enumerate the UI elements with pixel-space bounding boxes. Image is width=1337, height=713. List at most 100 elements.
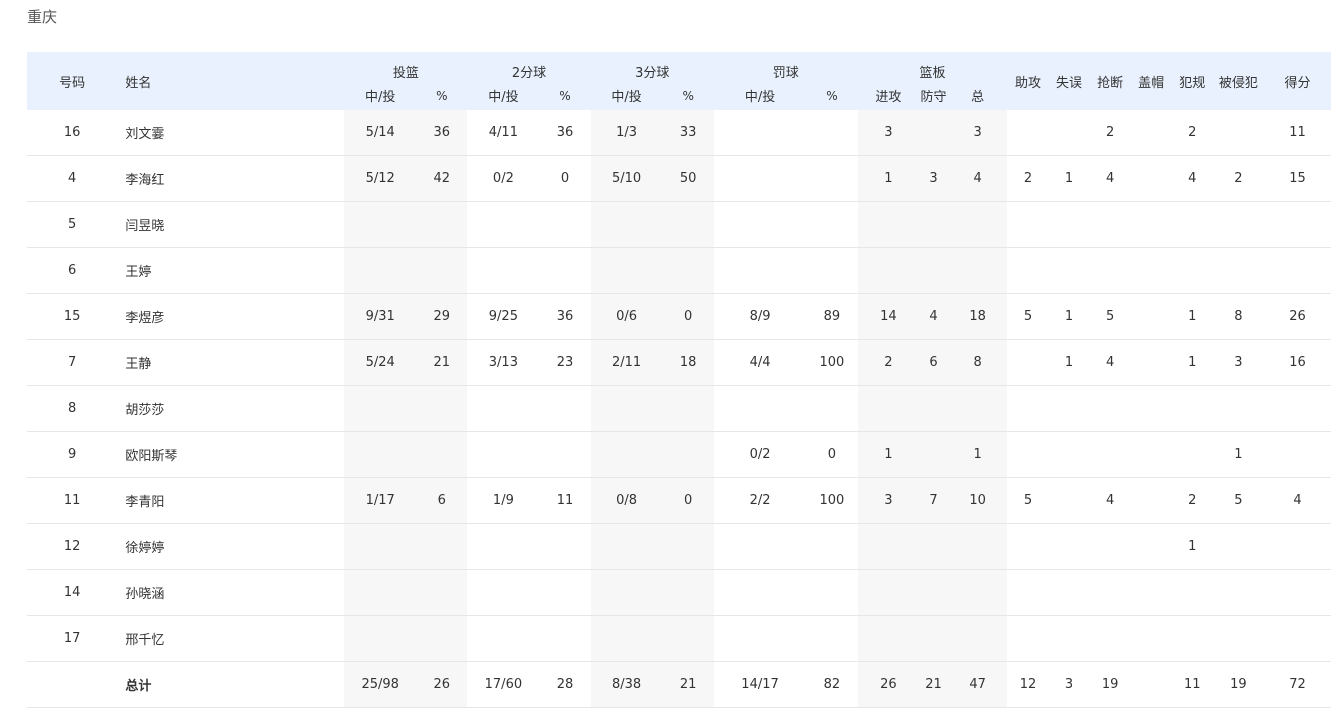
header-fouls-drawn[interactable]: 被侵犯 <box>1212 52 1265 110</box>
fg-cell <box>344 523 417 570</box>
header-fg-pct[interactable]: % <box>416 81 468 110</box>
reb-tot-cell <box>947 201 1008 248</box>
reb-tot-cell: 3 <box>947 110 1008 156</box>
fg-cell <box>344 569 417 616</box>
header-ft-made-att[interactable]: 中/投 <box>713 81 807 110</box>
header-two-pct[interactable]: % <box>539 81 591 110</box>
ft-cell <box>713 155 807 202</box>
blk-cell <box>1130 477 1172 524</box>
player-name[interactable]: 李海红 <box>117 155 345 202</box>
player-name[interactable]: 胡莎莎 <box>117 385 345 432</box>
two-pct-cell <box>539 523 591 570</box>
player-number: 8 <box>27 385 118 432</box>
header-points[interactable]: 得分 <box>1264 52 1331 110</box>
pts-cell: 15 <box>1264 155 1331 202</box>
header-three-pct[interactable]: % <box>662 81 714 110</box>
player-number: 7 <box>27 339 118 386</box>
to-cell <box>1048 385 1090 432</box>
reb-tot-cell <box>947 615 1008 662</box>
player-name[interactable]: 孙晓涵 <box>117 569 345 616</box>
player-name[interactable]: 刘文霎 <box>117 110 345 156</box>
pf-cell <box>1171 569 1213 616</box>
to-cell <box>1048 110 1090 156</box>
reb-off-cell <box>857 201 920 248</box>
reb-def-cell <box>919 385 948 432</box>
header-reb-tot[interactable]: 总 <box>947 81 1008 110</box>
reb-def-cell <box>919 247 948 294</box>
pts-cell: 16 <box>1264 339 1331 386</box>
header-reb-def[interactable]: 防守 <box>919 81 948 110</box>
reb-off-cell: 1 <box>857 431 920 478</box>
header-assists[interactable]: 助攻 <box>1007 52 1049 110</box>
total-number <box>27 661 118 708</box>
three-pct-cell <box>662 201 714 248</box>
player-name[interactable]: 闫昱晓 <box>117 201 345 248</box>
pf-cell: 2 <box>1171 110 1213 156</box>
team-title: 重庆 <box>27 8 58 26</box>
header-number[interactable]: 号码 <box>27 52 118 110</box>
pts-cell: 26 <box>1264 293 1331 340</box>
player-name[interactable]: 徐婷婷 <box>117 523 345 570</box>
ast-cell: 5 <box>1007 293 1049 340</box>
player-number: 11 <box>27 477 118 524</box>
header-two-made-att[interactable]: 中/投 <box>467 81 540 110</box>
pts-cell <box>1264 615 1331 662</box>
player-name[interactable]: 邢千忆 <box>117 615 345 662</box>
header-three-made-att[interactable]: 中/投 <box>590 81 663 110</box>
two-cell <box>467 385 540 432</box>
reb-def-cell <box>919 569 948 616</box>
to-cell: 1 <box>1048 293 1090 340</box>
two-pct-cell <box>539 431 591 478</box>
header-fouls[interactable]: 犯规 <box>1171 52 1213 110</box>
blk-cell <box>1130 615 1172 662</box>
total-reb-def-cell: 21 <box>919 661 948 708</box>
ft-cell: 8/9 <box>713 293 807 340</box>
player-number: 15 <box>27 293 118 340</box>
three-cell <box>590 247 663 294</box>
ast-cell <box>1007 110 1049 156</box>
header-turnovers[interactable]: 失误 <box>1048 52 1090 110</box>
table-row: 14 孙晓涵 <box>27 569 1331 616</box>
player-name[interactable]: 欧阳斯琴 <box>117 431 345 478</box>
box-score-table: 号码 姓名 投篮 2分球 3分球 罚球 篮板 助攻 失误 抢断 盖帽 犯规 被侵… <box>27 52 1331 708</box>
header-reb-off[interactable]: 进攻 <box>857 81 920 110</box>
reb-off-cell: 14 <box>857 293 920 340</box>
ft-pct-cell <box>806 247 858 294</box>
to-cell <box>1048 477 1090 524</box>
pf-cell: 1 <box>1171 293 1213 340</box>
player-name[interactable]: 王婷 <box>117 247 345 294</box>
total-ast-cell: 12 <box>1007 661 1049 708</box>
header-ft-pct[interactable]: % <box>806 81 858 110</box>
three-pct-cell: 18 <box>662 339 714 386</box>
table-row: 8 胡莎莎 <box>27 385 1331 432</box>
two-cell <box>467 523 540 570</box>
ft-cell <box>713 569 807 616</box>
header-fg-made-att[interactable]: 中/投 <box>344 81 417 110</box>
reb-off-cell: 3 <box>857 477 920 524</box>
player-name[interactable]: 李青阳 <box>117 477 345 524</box>
blk-cell <box>1130 385 1172 432</box>
pf-cell: 1 <box>1171 523 1213 570</box>
ft-pct-cell <box>806 110 858 156</box>
player-number: 4 <box>27 155 118 202</box>
fg-pct-cell: 21 <box>416 339 468 386</box>
fg-cell: 5/24 <box>344 339 417 386</box>
header-blocks[interactable]: 盖帽 <box>1130 52 1172 110</box>
table-row: 15 李煜彦 9/31 29 9/25 36 0/6 0 8/9 89 14 4… <box>27 293 1331 340</box>
reb-def-cell <box>919 110 948 156</box>
fd-cell <box>1212 615 1265 662</box>
blk-cell <box>1130 110 1172 156</box>
fg-cell <box>344 201 417 248</box>
table-row: 17 邢千忆 <box>27 615 1331 662</box>
ast-cell <box>1007 569 1049 616</box>
stl-cell: 4 <box>1089 477 1131 524</box>
player-name[interactable]: 王静 <box>117 339 345 386</box>
total-three-cell: 8/38 <box>590 661 663 708</box>
three-pct-cell <box>662 247 714 294</box>
fg-cell: 9/31 <box>344 293 417 340</box>
header-name[interactable]: 姓名 <box>117 52 345 110</box>
fg-pct-cell <box>416 615 468 662</box>
player-name[interactable]: 李煜彦 <box>117 293 345 340</box>
pf-cell <box>1171 615 1213 662</box>
header-steals[interactable]: 抢断 <box>1089 52 1131 110</box>
